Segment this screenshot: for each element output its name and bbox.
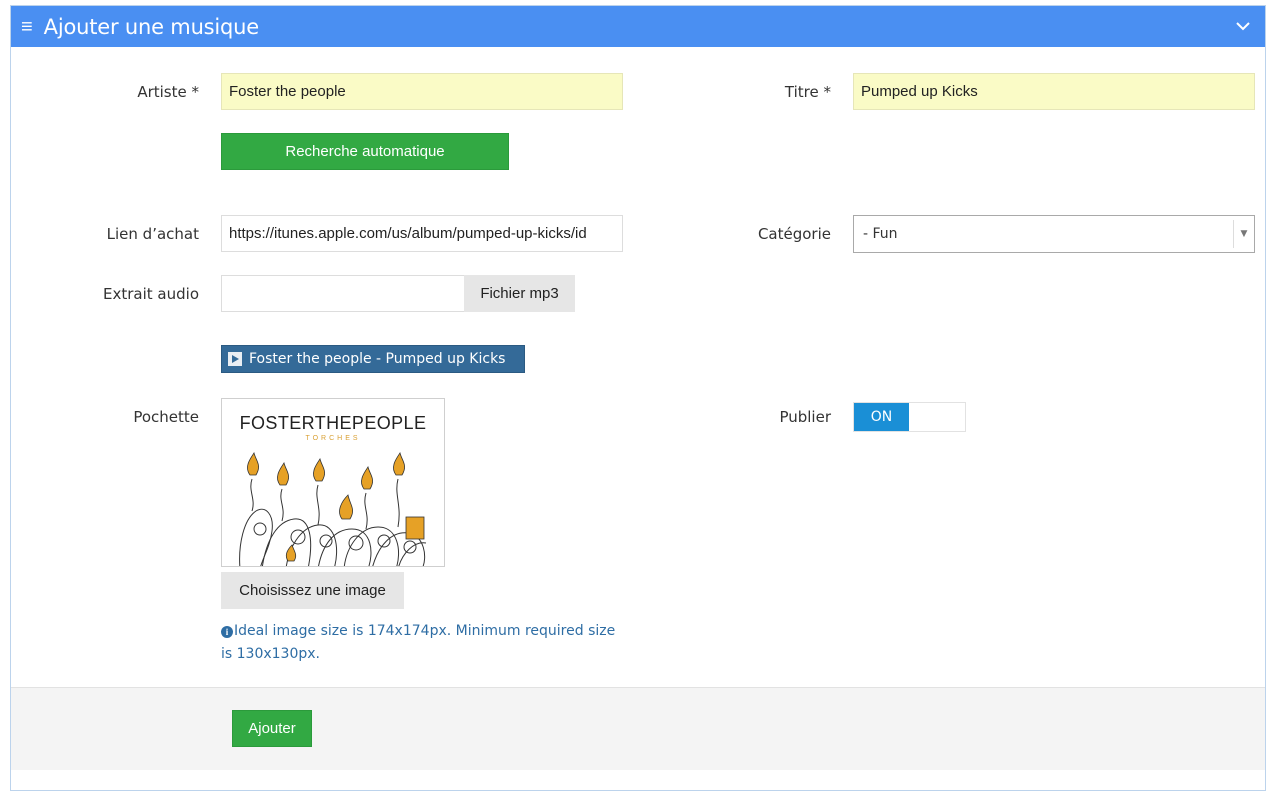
submit-button[interactable]: Ajouter [232, 710, 312, 747]
image-size-help: i Ideal image size is 174x174px. Minimum … [221, 620, 621, 666]
category-select[interactable]: - Fun ▼ [853, 215, 1255, 253]
add-music-panel: ≡ Ajouter une musique Ajouter [10, 5, 1266, 791]
purchase-link-label: Lien d’achat [106, 225, 199, 243]
publish-toggle[interactable]: ON [853, 402, 966, 432]
category-label: Catégorie [757, 225, 831, 243]
cover-label: Pochette [133, 408, 199, 426]
category-selected-value: - Fun [863, 226, 898, 242]
title-label: Titre * [784, 83, 831, 101]
mp3-file-button[interactable]: Fichier mp3 [464, 275, 575, 312]
artist-input[interactable]: Foster the people [221, 73, 623, 110]
publish-label: Publier [779, 408, 831, 426]
panel-header: ≡ Ajouter une musique [11, 6, 1265, 47]
audio-track-player[interactable]: Foster the people - Pumped up Kicks [221, 345, 525, 373]
audio-label: Extrait audio [103, 285, 199, 303]
publish-toggle-on[interactable]: ON [854, 403, 909, 431]
purchase-link-input[interactable]: https://itunes.apple.com/us/album/pumped… [221, 215, 623, 252]
audio-file-input[interactable] [221, 275, 465, 312]
panel-title: Ajouter une musique [43, 14, 260, 39]
cover-album-text: TORCHES [305, 435, 361, 442]
album-cover-image: FOSTERTHEPEOPLE TORCHES [221, 398, 445, 567]
auto-search-button[interactable]: Recherche automatique [221, 133, 509, 170]
image-size-help-text: Ideal image size is 174x174px. Minimum r… [221, 623, 616, 662]
audio-track-title: Foster the people - Pumped up Kicks [249, 351, 506, 367]
choose-image-button[interactable]: Choisissez une image [221, 572, 404, 609]
hamburger-icon: ≡ [21, 15, 33, 38]
chevron-down-icon[interactable] [1235, 18, 1251, 34]
info-icon: i [221, 626, 233, 638]
play-icon[interactable] [228, 352, 242, 366]
title-input[interactable]: Pumped up Kicks [853, 73, 1255, 110]
cover-artwork [239, 452, 427, 566]
caret-down-icon: ▼ [1233, 220, 1254, 248]
artist-label: Artiste * [137, 83, 199, 101]
cover-band-text: FOSTERTHEPEOPLE [239, 413, 427, 433]
form-footer: Ajouter [11, 687, 1265, 770]
